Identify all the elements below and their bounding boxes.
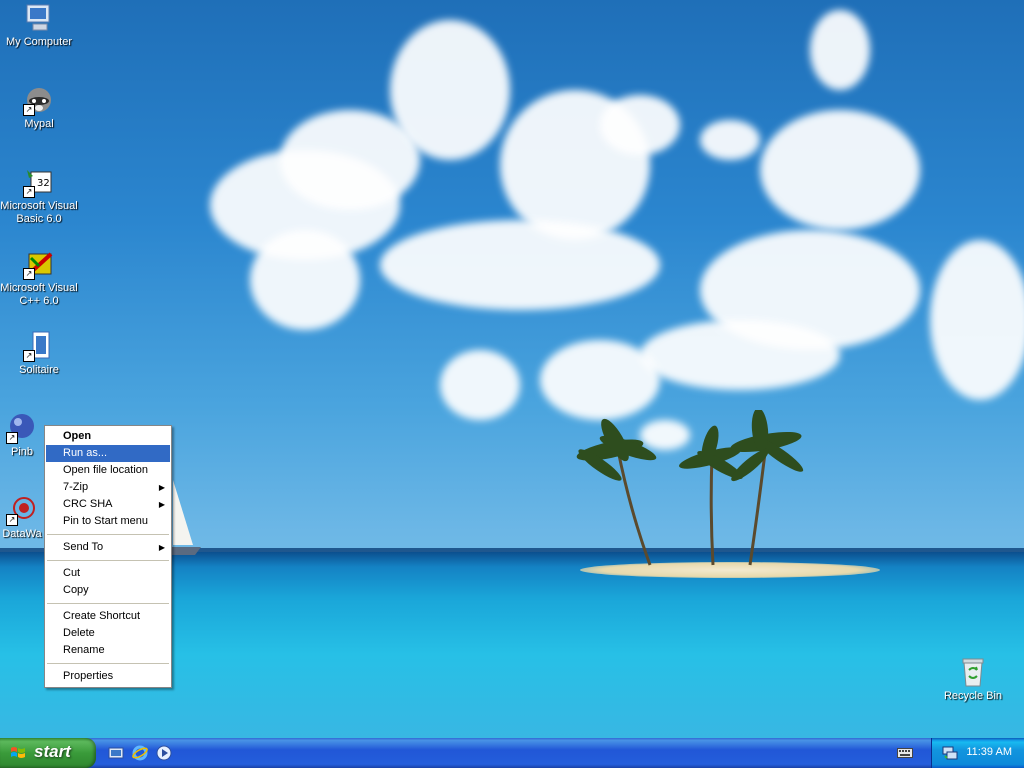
desktop-icon-datawave[interactable]: ↗ DataWa [0, 494, 44, 541]
desktop-icon-label: Pinb [10, 446, 34, 458]
menu-separator [47, 663, 169, 664]
clock[interactable]: 11:39 AM [966, 746, 1012, 758]
menu-item-label: Cut [63, 567, 81, 579]
menu-separator [47, 560, 169, 561]
cloud [250, 230, 360, 330]
submenu-arrow-icon: ▶ [158, 543, 165, 552]
system-tray: 11:39 AM [931, 738, 1024, 768]
menu-item-delete[interactable]: Delete [45, 625, 171, 642]
menu-item-7zip[interactable]: 7-Zip ▶ [45, 479, 171, 496]
cloud [440, 350, 520, 420]
menu-item-label: CRC SHA [63, 498, 113, 510]
shortcut-arrow-icon: ↗ [23, 268, 35, 280]
cloud [390, 20, 510, 160]
media-player-icon[interactable] [156, 745, 172, 761]
cloud [700, 120, 760, 160]
menu-item-label: Rename [63, 644, 105, 656]
desktop-icon-recycle-bin[interactable]: Recycle Bin [934, 656, 1012, 703]
network-icon[interactable] [942, 746, 958, 760]
palm-trees [576, 410, 804, 566]
shortcut-arrow-icon: ↗ [23, 186, 35, 198]
desktop-icon-mypal[interactable]: ↗ Mypal [0, 84, 78, 131]
menu-item-label: Pin to Start menu [63, 515, 148, 527]
desktop-icon-solitaire[interactable]: ↗ Solitaire [0, 330, 78, 377]
desktop-icon-label: Microsoft Visual C++ 6.0 [0, 282, 78, 307]
recycle-bin-icon [957, 656, 989, 688]
cloud [930, 240, 1024, 400]
desktop-icon-label: Microsoft Visual Basic 6.0 [0, 200, 78, 225]
datawave-icon: ↗ [6, 494, 38, 526]
menu-item-crc-sha[interactable]: CRC SHA ▶ [45, 496, 171, 513]
shortcut-arrow-icon: ↗ [6, 514, 18, 526]
raccoon-browser-icon: ↗ [23, 84, 55, 116]
taskbar: start 11:39 AM [0, 738, 1024, 768]
desktop-icon-visual-cpp[interactable]: ↗ Microsoft Visual C++ 6.0 [0, 248, 78, 308]
menu-item-run-as[interactable]: Run as... [46, 445, 170, 462]
menu-separator [47, 534, 169, 535]
menu-item-pin-to-start[interactable]: Pin to Start menu [45, 513, 171, 530]
my-computer-icon [23, 2, 55, 34]
cloud [640, 320, 840, 390]
menu-item-properties[interactable]: Properties [45, 668, 171, 685]
menu-item-label: Send To [63, 541, 104, 553]
visual-cpp-icon: ↗ [23, 248, 55, 280]
desktop-icon-label: Recycle Bin [943, 690, 1003, 702]
menu-item-rename[interactable]: Rename [45, 642, 171, 659]
menu-item-label: Copy [63, 584, 89, 596]
menu-item-label: Create Shortcut [63, 610, 141, 622]
desktop-icon-label: My Computer [5, 36, 73, 48]
shortcut-arrow-icon: ↗ [23, 104, 35, 116]
internet-explorer-icon[interactable] [132, 745, 148, 761]
menu-item-label: 7-Zip [63, 481, 89, 493]
menu-item-label: Open file location [63, 464, 148, 476]
desktop-icon-label: Mypal [24, 118, 54, 130]
menu-item-label: Run as... [63, 447, 108, 459]
cloud [760, 110, 920, 230]
menu-item-label: Delete [63, 627, 95, 639]
menu-separator [47, 603, 169, 604]
context-menu: Open Run as... Open file location 7-Zip ▶… [44, 425, 172, 688]
cloud [810, 10, 870, 90]
submenu-arrow-icon: ▶ [158, 500, 165, 509]
visual-basic-icon: 32 ↗ [23, 166, 55, 198]
desktop-icon-label: Solitaire [19, 364, 59, 376]
shortcut-arrow-icon: ↗ [23, 350, 35, 362]
cloud [380, 220, 660, 310]
menu-item-label: Properties [63, 670, 114, 682]
cloud [600, 95, 680, 155]
submenu-arrow-icon: ▶ [158, 483, 165, 492]
keyboard-icon[interactable] [897, 747, 913, 759]
show-desktop-icon[interactable] [108, 745, 124, 761]
desktop-icon-label: DataWa [2, 528, 42, 540]
start-button[interactable]: start [0, 738, 96, 768]
svg-text:32: 32 [37, 178, 50, 189]
menu-item-label: Open [63, 430, 92, 442]
menu-item-copy[interactable]: Copy [45, 582, 171, 599]
menu-item-open-file-location[interactable]: Open file location [45, 462, 171, 479]
shortcut-arrow-icon: ↗ [6, 432, 18, 444]
menu-item-create-shortcut[interactable]: Create Shortcut [45, 608, 171, 625]
desktop-icon-my-computer[interactable]: My Computer [0, 2, 78, 49]
solitaire-cards-icon: ↗ [23, 330, 55, 362]
menu-item-open[interactable]: Open [45, 428, 171, 445]
menu-item-cut[interactable]: Cut [45, 565, 171, 582]
start-label: start [34, 742, 71, 761]
menu-item-send-to[interactable]: Send To ▶ [45, 539, 171, 556]
pinball-icon: ↗ [6, 412, 38, 444]
windows-flag-icon [11, 747, 25, 758]
desktop-icon-visual-basic[interactable]: 32 ↗ Microsoft Visual Basic 6.0 [0, 166, 78, 226]
desktop-icon-pinball[interactable]: ↗ Pinb [0, 412, 44, 459]
cloud [540, 340, 660, 420]
